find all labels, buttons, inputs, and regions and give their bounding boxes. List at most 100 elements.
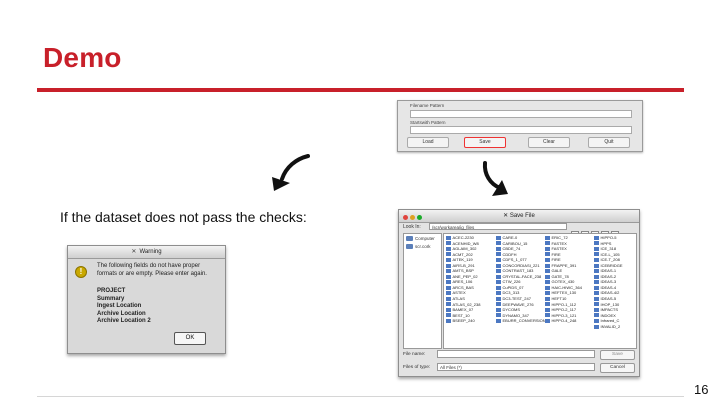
folder-icon (594, 280, 599, 285)
cancel-button[interactable]: Cancel (600, 363, 635, 373)
save-button[interactable]: Save (464, 137, 506, 148)
file-item[interactable]: EBURR_CONVERSION (496, 318, 546, 324)
folder-icon (594, 246, 599, 251)
folder-icon (446, 257, 451, 262)
places-sidebar: Computer scr.cork (403, 233, 442, 349)
invalid-field: PROJECT (97, 288, 126, 294)
folder-icon (446, 318, 451, 323)
folder-icon (545, 274, 550, 279)
place-computer[interactable]: Computer (404, 234, 441, 242)
startswith-pattern-label: Startswith Pattern (410, 120, 446, 125)
look-in-select[interactable]: /scr/workarea/ig_files (429, 223, 567, 230)
folder-icon (406, 244, 413, 249)
invalid-field: Ingest Location (97, 303, 142, 309)
folder-icon (594, 313, 599, 318)
folder-icon (594, 302, 599, 307)
folder-icon (545, 313, 550, 318)
filename-pattern-label: Filename Pattern (410, 103, 445, 108)
load-button[interactable]: Load (407, 137, 449, 148)
folder-icon (545, 318, 550, 323)
warning-titlebar: ✕ Warning (68, 246, 225, 259)
file-item[interactable]: BSEEP_240 (446, 318, 480, 324)
look-in-label: Look In: (403, 224, 421, 230)
folder-icon (446, 241, 451, 246)
invalid-field: Archive Location 2 (97, 318, 151, 324)
place-label: scr.cork (415, 244, 431, 249)
folder-icon (446, 307, 451, 312)
filename-pattern-input[interactable] (410, 110, 632, 118)
folder-icon (496, 307, 501, 312)
save-titlebar: ✕ Save File (399, 210, 639, 223)
close-window-icon[interactable] (403, 215, 408, 220)
minimize-window-icon[interactable] (410, 215, 415, 220)
x11-icon: ✕ (131, 249, 137, 255)
place-label: Computer (415, 236, 435, 241)
folder-icon (446, 280, 451, 285)
folder-icon (594, 235, 599, 240)
folder-icon (446, 246, 451, 251)
computer-icon (406, 236, 413, 241)
file-item-label: HIPPO-4_248 (551, 318, 577, 324)
folder-icon (496, 257, 501, 262)
folder-icon (446, 235, 451, 240)
save-dialog-title: Save File (509, 213, 535, 219)
folder-icon (545, 307, 550, 312)
file-item[interactable]: INVALID_2 (594, 324, 623, 330)
invalid-fields-list: PROJECT Summary Ingest Location Archive … (97, 288, 151, 326)
x11-icon: ✕ (503, 213, 510, 219)
slide-caption: If the dataset does not pass the checks: (60, 209, 307, 225)
folder-icon (594, 324, 599, 329)
file-column: HIPPO-5 HPPS ICE_318 ICE-L_105 ICE-T_208 ICEB… (594, 235, 623, 329)
folder-icon (545, 252, 550, 257)
file-type-label: Files of type: (403, 365, 431, 370)
folder-icon (446, 252, 451, 257)
folder-icon (446, 285, 451, 290)
file-type-select[interactable]: All Files (*) (437, 363, 595, 371)
folder-icon (594, 257, 599, 262)
curved-arrow-down-right-icon (482, 161, 508, 196)
folder-icon (545, 302, 550, 307)
file-list[interactable]: ACEC-2230 ACENHID_W8 AGLAIM_302 ACMT_202 AIT… (443, 233, 637, 349)
folder-icon (496, 296, 501, 301)
folder-icon (446, 302, 451, 307)
folder-icon (545, 280, 550, 285)
folder-icon (496, 291, 501, 296)
footer-rule (37, 396, 684, 397)
warning-dialog: ✕ Warning ! The following fields do not h… (67, 245, 226, 354)
folder-icon (545, 285, 550, 290)
clear-button[interactable]: Clear (528, 137, 570, 148)
folder-icon (594, 241, 599, 246)
file-name-input[interactable] (437, 350, 595, 358)
maximize-window-icon[interactable] (417, 215, 422, 220)
folder-icon (594, 307, 599, 312)
folder-icon (446, 269, 451, 274)
folder-icon (594, 269, 599, 274)
startswith-pattern-input[interactable] (410, 126, 632, 134)
folder-icon (496, 241, 501, 246)
folder-icon (545, 269, 550, 274)
folder-icon (594, 252, 599, 257)
folder-icon (594, 274, 599, 279)
folder-icon (545, 263, 550, 268)
file-column: ERIC_72 FASTEX FASTEX FIRE FIRE FRAPPE_391 GAL… (545, 235, 582, 324)
folder-icon (496, 263, 501, 268)
folder-icon (446, 313, 451, 318)
invalid-field: Summary (97, 295, 125, 302)
place-scr-cork[interactable]: scr.cork (404, 242, 441, 250)
folder-icon (446, 274, 451, 279)
folder-icon (545, 257, 550, 262)
file-item[interactable]: HIPPO-4_248 (545, 318, 582, 324)
folder-icon (496, 269, 501, 274)
folder-icon (496, 285, 501, 290)
file-name-label: File name: (403, 352, 426, 357)
invalid-field: Archive Location (97, 310, 146, 317)
warning-icon: ! (75, 266, 87, 278)
folder-icon (594, 263, 599, 268)
folder-icon (446, 291, 451, 296)
folder-icon (545, 235, 550, 240)
warning-title: Warning (139, 249, 162, 255)
quit-button[interactable]: Quit (588, 137, 630, 148)
ok-button[interactable]: OK (174, 332, 206, 345)
save-file-button[interactable]: Save (600, 350, 635, 360)
folder-icon (545, 241, 550, 246)
